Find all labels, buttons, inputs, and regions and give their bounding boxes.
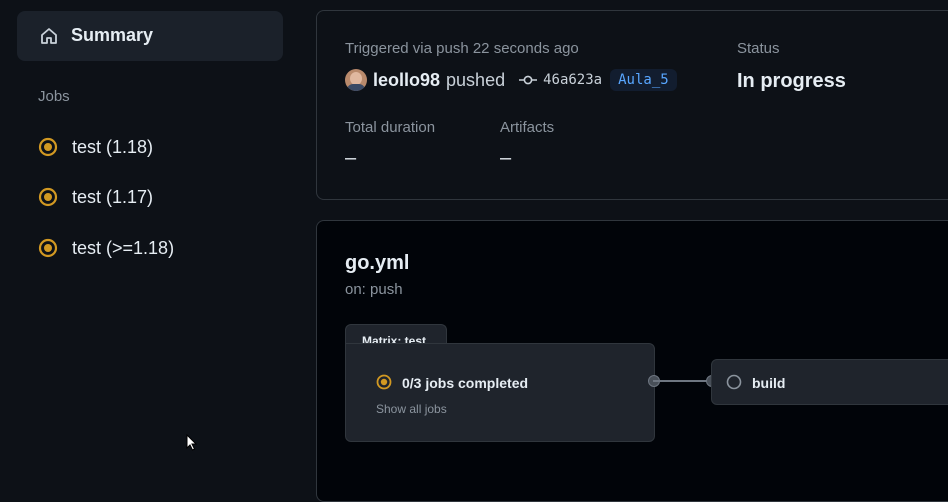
branch-badge[interactable]: Aula_5 [610,69,677,91]
build-job-node[interactable]: build [711,359,948,405]
artifacts-value: – [500,147,512,169]
home-icon [41,28,57,44]
avatar[interactable] [345,69,367,91]
in-progress-icon [38,238,58,258]
duration-value: – [345,147,357,169]
jobs-completed-text: 0/3 jobs completed [402,375,529,391]
in-progress-icon [376,374,392,390]
status-value: In progress [737,70,846,92]
matrix-job-group[interactable]: 0/3 jobs completed Show all jobs [345,343,655,442]
run-summary-card: Triggered via push 22 seconds ago leollo… [316,10,948,200]
push-info: leollo98 pushed 46a623a Aula_5 [345,69,677,91]
sidebar-job-item[interactable]: test (1.17) [38,183,278,211]
queued-icon [726,374,742,390]
sidebar: Summary Jobs test (1.18) test (1.17) tes… [0,0,300,489]
summary-label: Summary [71,25,154,45]
job-connector [653,380,713,382]
job-label: test (1.17) [72,186,154,207]
jobs-heading: Jobs [38,88,70,105]
workflow-trigger: on: push [345,281,403,298]
in-progress-icon [38,187,58,207]
artifacts-label: Artifacts [500,119,555,136]
job-label: test (>=1.18) [72,237,175,258]
workflow-graph: go.yml on: push Matrix: test 0/3 jobs co… [316,220,948,502]
status-label: Status [737,40,780,57]
workflow-name: go.yml [345,252,410,274]
in-progress-icon [38,137,58,157]
action-text: pushed [446,69,506,90]
sidebar-job-item[interactable]: test (>=1.18) [38,234,278,262]
actor-link[interactable]: leollo98 [373,70,440,91]
git-commit-icon [519,75,538,85]
commit-sha-link[interactable]: 46a623a [543,72,602,88]
triggered-text: Triggered via push 22 seconds ago [345,40,579,57]
sidebar-job-item[interactable]: test (1.18) [38,133,278,161]
build-job-label: build [752,375,786,391]
summary-nav-item[interactable]: Summary [17,11,283,61]
mouse-cursor-icon [186,434,198,451]
show-all-jobs-link[interactable]: Show all jobs [376,402,447,416]
job-label: test (1.18) [72,136,154,157]
duration-label: Total duration [345,119,436,136]
